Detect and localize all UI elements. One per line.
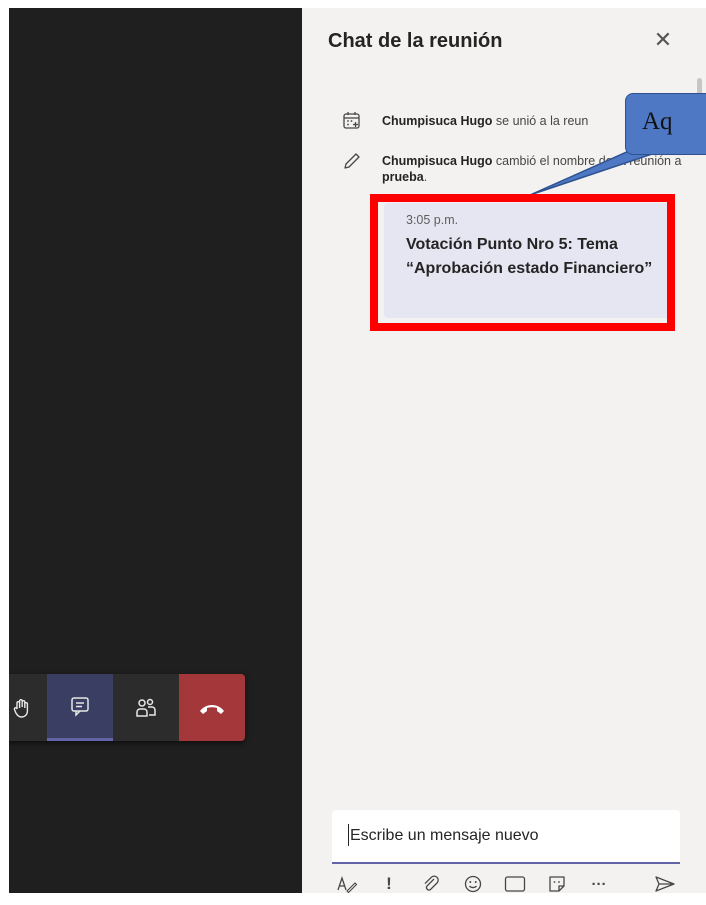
more-icon: ···: [591, 875, 607, 893]
raise-hand-button[interactable]: [9, 674, 47, 741]
attach-button[interactable]: [416, 872, 446, 896]
format-button[interactable]: [332, 872, 362, 896]
raise-hand-icon: [13, 698, 29, 718]
event-meeting-name: prueba: [382, 170, 424, 184]
chat-message[interactable]: 3:05 p.m. Votación Punto Nro 5: Tema “Ap…: [384, 203, 674, 318]
compose-box[interactable]: [332, 810, 680, 864]
close-chat-button[interactable]: ✕: [651, 28, 675, 52]
gif-icon: [504, 876, 526, 892]
hangup-icon: [200, 704, 224, 714]
pencil-icon: [344, 153, 360, 169]
message-timestamp: 3:05 p.m.: [406, 213, 459, 227]
video-stage: [9, 8, 302, 893]
close-icon: ✕: [653, 27, 673, 52]
emoji-icon: [464, 875, 482, 893]
callout-text: Aq: [642, 108, 673, 135]
important-button[interactable]: !: [374, 872, 404, 896]
chat-icon: [71, 697, 89, 717]
hangup-button[interactable]: [179, 674, 245, 741]
event-user-name: Chumpisuca Hugo: [382, 114, 493, 128]
participants-icon: [136, 698, 156, 717]
meeting-controls-toolbar: [9, 674, 245, 741]
sticker-icon: [549, 876, 565, 892]
send-button[interactable]: [650, 872, 680, 896]
more-options-button[interactable]: ···: [584, 872, 614, 896]
important-icon: !: [386, 874, 392, 893]
send-icon: [655, 876, 675, 892]
message-text: Votación Punto Nro 5: Tema “Aprobación e…: [406, 236, 653, 277]
event-user-name: Chumpisuca Hugo: [382, 154, 493, 168]
chat-toggle-button[interactable]: [47, 674, 113, 741]
sticker-button[interactable]: [542, 872, 572, 896]
event-period: .: [423, 170, 428, 184]
calendar-add-icon: [343, 112, 360, 129]
gif-button[interactable]: [500, 872, 530, 896]
event-description: se unió a la reun: [492, 114, 589, 128]
attach-icon: [424, 875, 439, 891]
annotation-callout: Aq: [625, 93, 706, 155]
message-input[interactable]: [348, 826, 672, 846]
compose-toolbar: ! ···: [332, 870, 680, 898]
chat-title: Chat de la reunión: [328, 30, 503, 52]
emoji-button[interactable]: [458, 872, 488, 896]
format-icon: [337, 875, 358, 894]
event-description: cambió el nombre de la reunión a: [492, 154, 682, 168]
event-text: Chumpisuca Hugo cambió el nombre de la r…: [382, 153, 682, 185]
participants-button[interactable]: [113, 674, 179, 741]
